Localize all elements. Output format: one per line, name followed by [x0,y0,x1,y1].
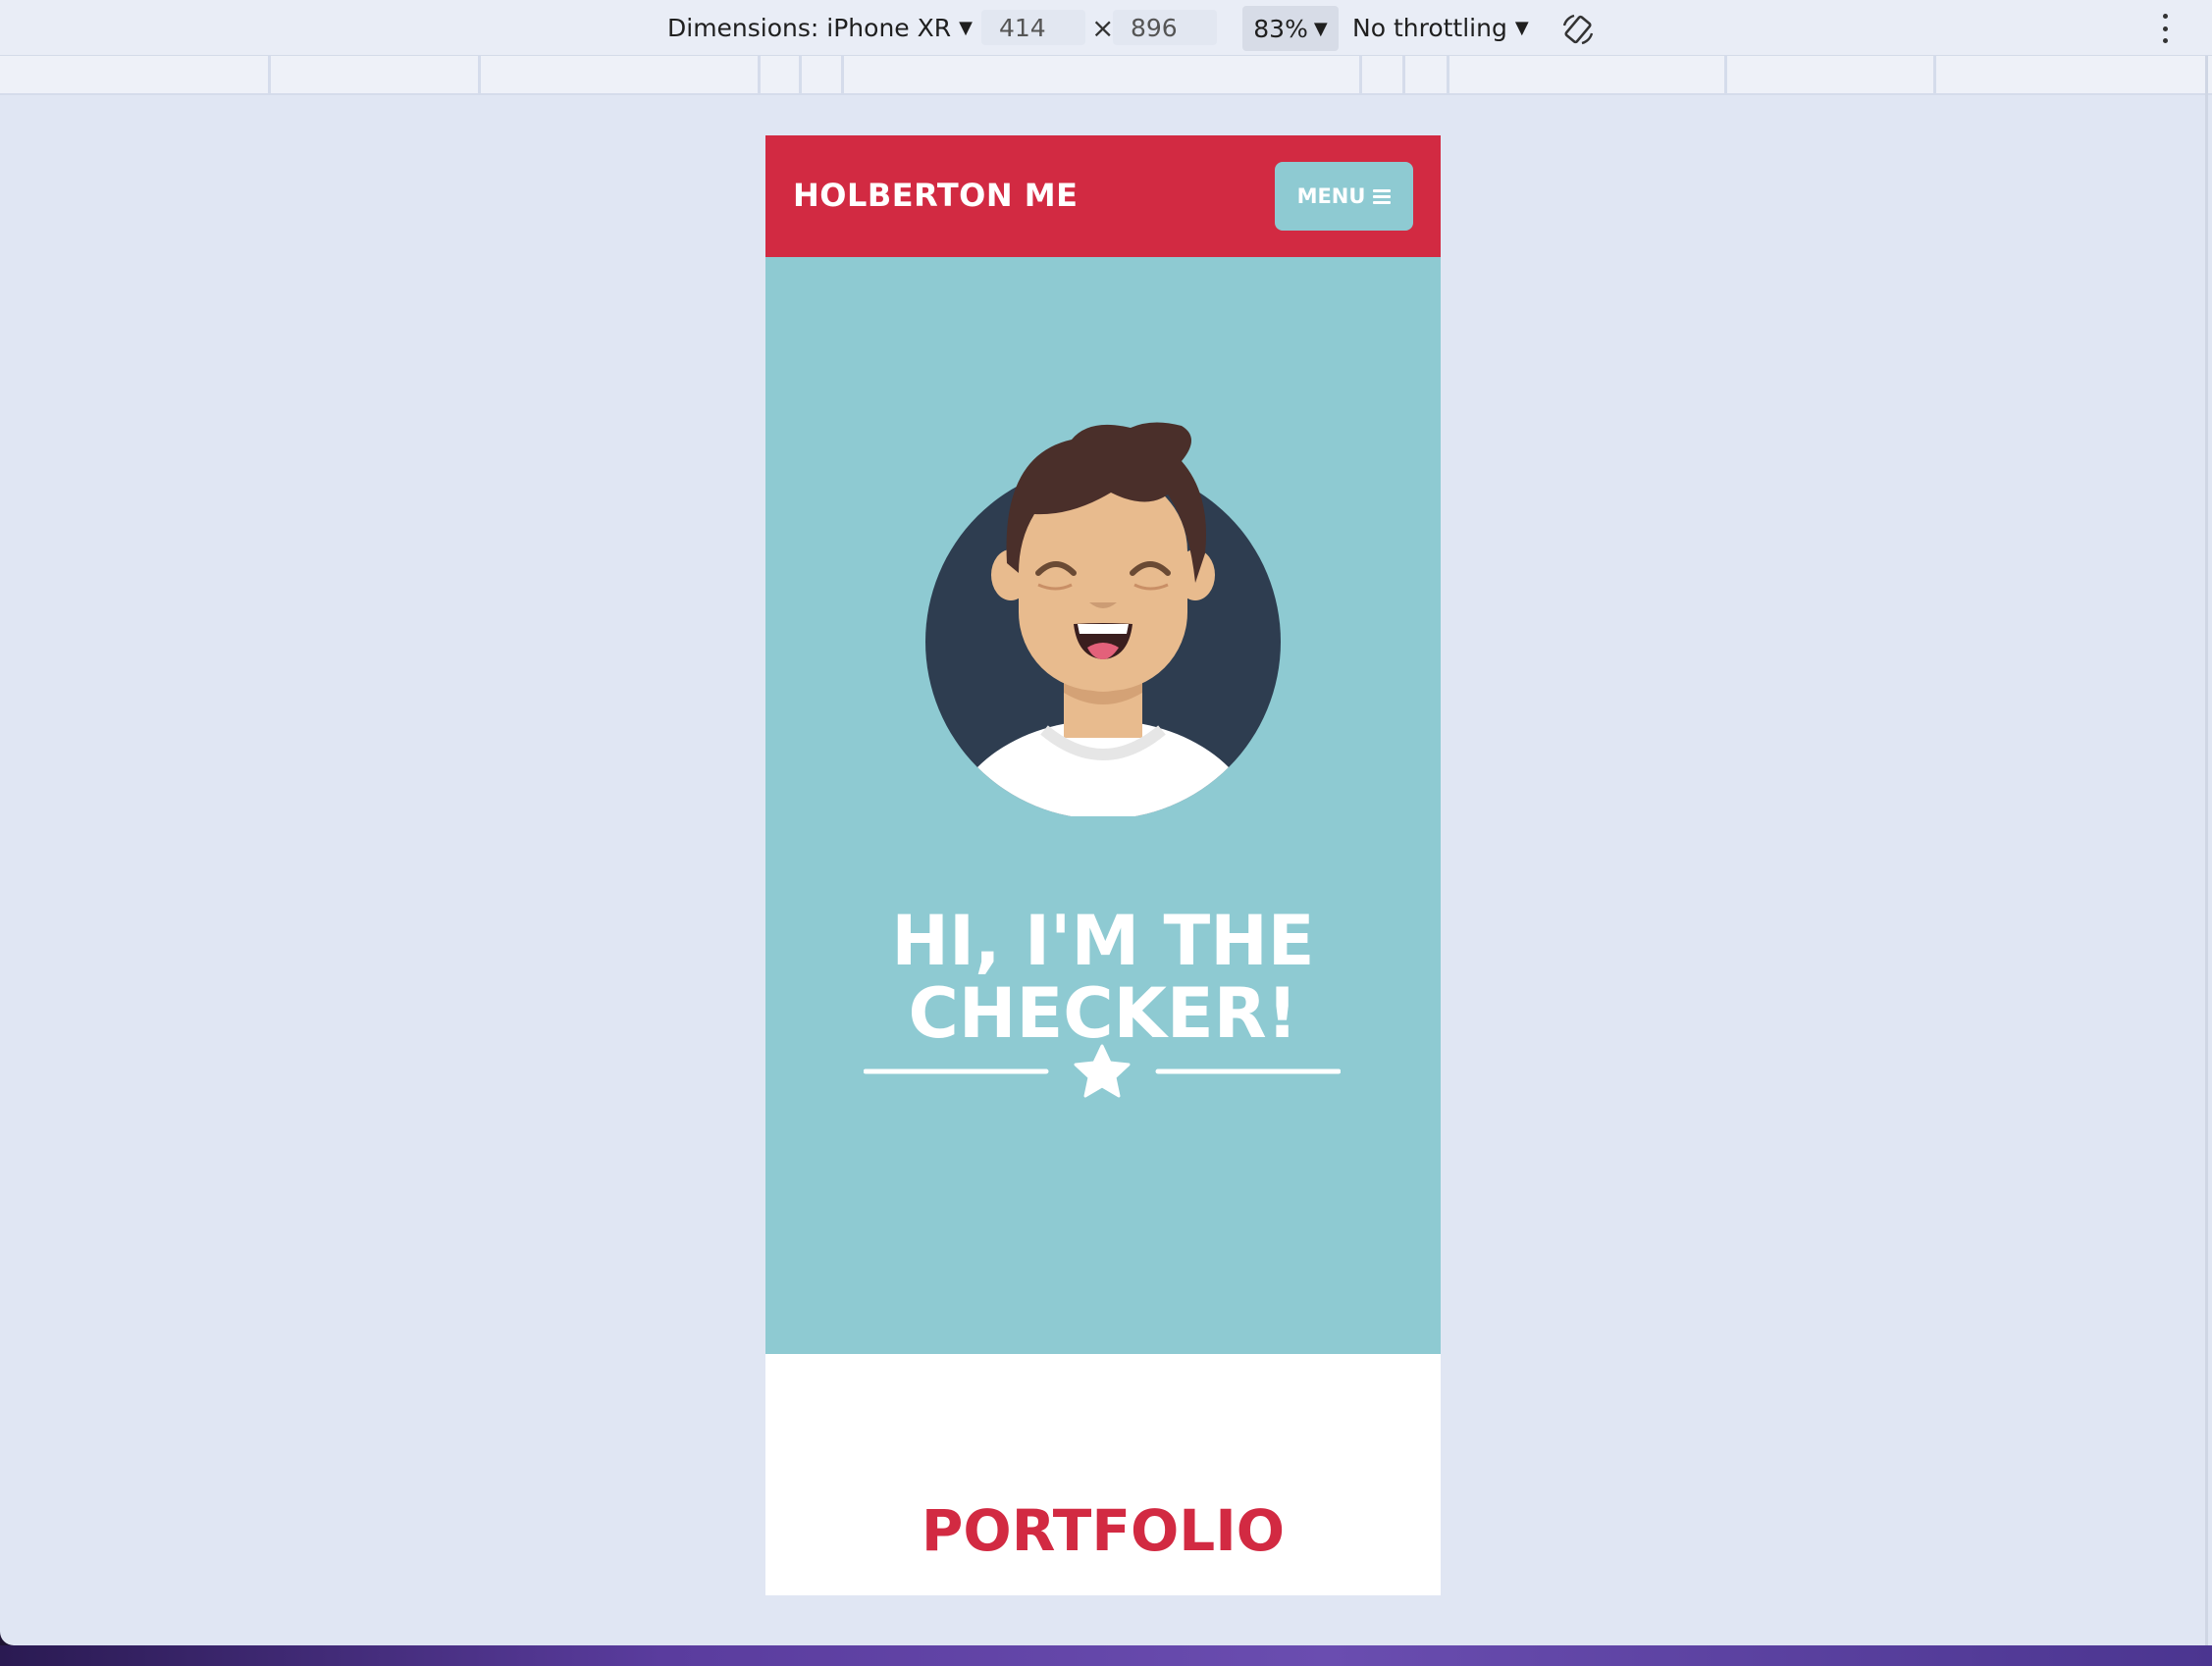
device-toolbar: Dimensions: iPhone XR ▼ 414 × 896 83% ▼ … [0,0,2212,56]
media-query-ruler[interactable] [0,56,2212,95]
brand-logo-text[interactable]: HOLBERTON ME [793,177,1078,214]
more-options-icon[interactable] [2155,14,2175,43]
device-dimensions-label: Dimensions: iPhone XR [667,14,952,42]
hero-title-line-2: CHECKER! [908,973,1298,1054]
portfolio-heading: PORTFOLIO [921,1497,1286,1564]
avatar-illustration [925,422,1281,816]
menu-button-label: MENU [1296,184,1366,208]
hero-title-line-1: HI, I'M THE [891,901,1315,981]
throttling-label: No throttling [1352,14,1507,42]
dropdown-caret-icon: ▼ [959,18,973,38]
zoom-label: 83% [1253,14,1308,43]
site-header: HOLBERTON ME MENU [765,135,1441,257]
rotate-device-icon[interactable] [1560,12,1596,47]
hero-section: HI, I'M THE CHECKER! [765,257,1441,1354]
desktop-dock-background [0,1645,2212,1666]
width-input[interactable]: 414 [981,10,1085,45]
zoom-select[interactable]: 83% ▼ [1242,6,1339,51]
star-divider [864,1044,1341,1098]
height-input[interactable]: 896 [1113,10,1217,45]
star-icon [1074,1044,1131,1098]
dimension-separator: × [1091,12,1115,44]
hamburger-icon [1373,188,1392,204]
dropdown-caret-icon: ▼ [1313,18,1328,39]
dropdown-caret-icon: ▼ [1514,18,1529,38]
panel-divider[interactable] [2205,56,2208,1645]
throttling-select[interactable]: No throttling ▼ [1352,14,1529,42]
browser-window: Dimensions: iPhone XR ▼ 414 × 896 83% ▼ … [0,0,2212,1666]
device-dimensions-select[interactable]: Dimensions: iPhone XR ▼ [667,14,973,42]
hero-title: HI, I'M THE CHECKER! [765,905,1441,1050]
emulated-device-page: HOLBERTON ME MENU HI, I'M THE CHECKER! P… [765,135,1441,1595]
menu-button[interactable]: MENU [1275,162,1413,231]
